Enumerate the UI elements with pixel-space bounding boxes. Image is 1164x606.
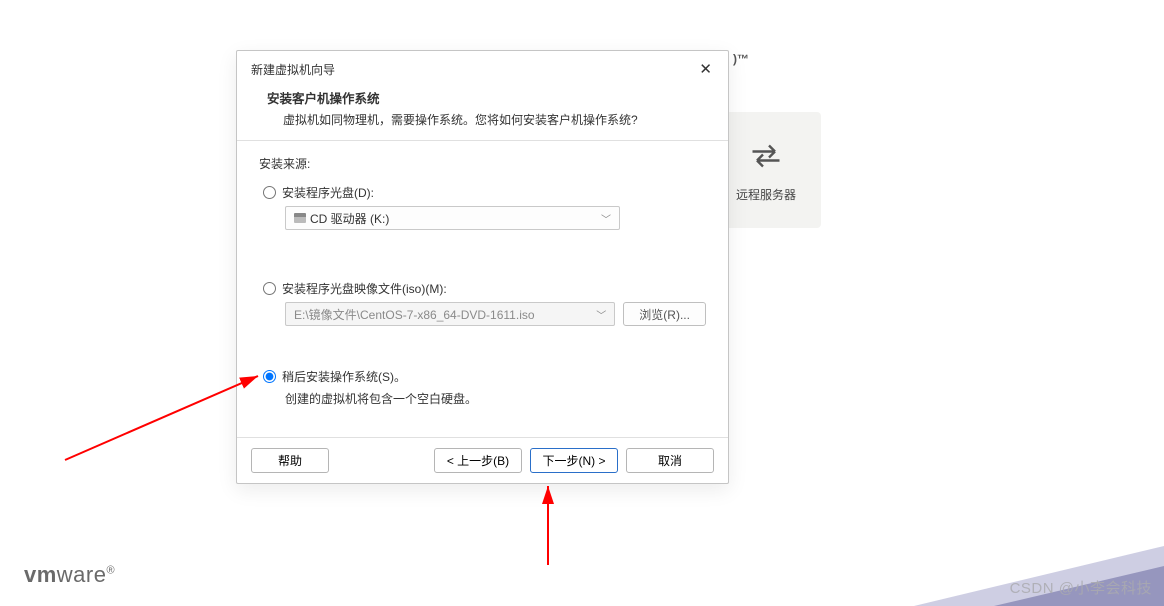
- close-icon[interactable]: ✕: [695, 60, 716, 78]
- header-title: 安装客户机操作系统: [267, 88, 698, 107]
- source-label: 安装来源:: [259, 155, 706, 172]
- tm-mark: )™: [733, 52, 749, 66]
- chevron-down-icon: ﹀: [596, 307, 606, 322]
- annotation-arrow-2: [530, 480, 570, 570]
- dialog-titlebar: 新建虚拟机向导 ✕: [237, 51, 728, 84]
- csdn-watermark: CSDN @小李会科技: [1010, 577, 1152, 598]
- option-later: 稍后安装操作系统(S)。 创建的虚拟机将包含一个空白硬盘。: [259, 368, 706, 407]
- chevron-down-icon: ﹀: [601, 211, 611, 226]
- help-button[interactable]: 帮助: [251, 448, 329, 473]
- radio-later-label: 稍后安装操作系统(S)。: [282, 368, 406, 385]
- option-disc: 安装程序光盘(D): CD 驱动器 (K:) ﹀: [259, 184, 706, 230]
- next-button[interactable]: 下一步(N) >: [530, 448, 618, 473]
- iso-path-combo[interactable]: E:\镜像文件\CentOS-7-x86_64-DVD-1611.iso ﹀: [285, 302, 615, 326]
- transfer-icon: [748, 138, 784, 174]
- option-iso: 安装程序光盘映像文件(iso)(M): E:\镜像文件\CentOS-7-x86…: [259, 280, 706, 326]
- browse-button[interactable]: 浏览(R)...: [623, 302, 706, 326]
- radio-iso[interactable]: 安装程序光盘映像文件(iso)(M):: [259, 280, 706, 297]
- dialog-body: 安装来源: 安装程序光盘(D): CD 驱动器 (K:) ﹀ 安装程序光盘映像文…: [237, 141, 728, 437]
- remote-server-label: 远程服务器: [736, 186, 796, 203]
- cd-drive-value: CD 驱动器 (K:): [310, 212, 389, 226]
- header-subtitle: 虚拟机如同物理机，需要操作系统。您将如何安装客户机操作系统?: [267, 111, 698, 128]
- cancel-button[interactable]: 取消: [626, 448, 714, 473]
- radio-disc-label: 安装程序光盘(D):: [282, 184, 374, 201]
- new-vm-wizard-dialog: 新建虚拟机向导 ✕ 安装客户机操作系统 虚拟机如同物理机，需要操作系统。您将如何…: [236, 50, 729, 484]
- option-later-desc: 创建的虚拟机将包含一个空白硬盘。: [259, 390, 706, 407]
- dialog-header: 安装客户机操作系统 虚拟机如同物理机，需要操作系统。您将如何安装客户机操作系统?: [237, 84, 728, 141]
- iso-path-value: E:\镜像文件\CentOS-7-x86_64-DVD-1611.iso: [294, 306, 535, 323]
- dialog-footer: 帮助 < 上一步(B) 下一步(N) > 取消: [237, 437, 728, 483]
- back-button[interactable]: < 上一步(B): [434, 448, 522, 473]
- dialog-title: 新建虚拟机向导: [251, 61, 335, 78]
- radio-later[interactable]: 稍后安装操作系统(S)。: [259, 368, 706, 385]
- radio-disc[interactable]: 安装程序光盘(D):: [259, 184, 706, 201]
- disc-icon: [294, 213, 306, 223]
- radio-iso-label: 安装程序光盘映像文件(iso)(M):: [282, 280, 447, 297]
- vmware-logo: vmware®: [24, 562, 115, 588]
- cd-drive-combo[interactable]: CD 驱动器 (K:) ﹀: [285, 206, 620, 230]
